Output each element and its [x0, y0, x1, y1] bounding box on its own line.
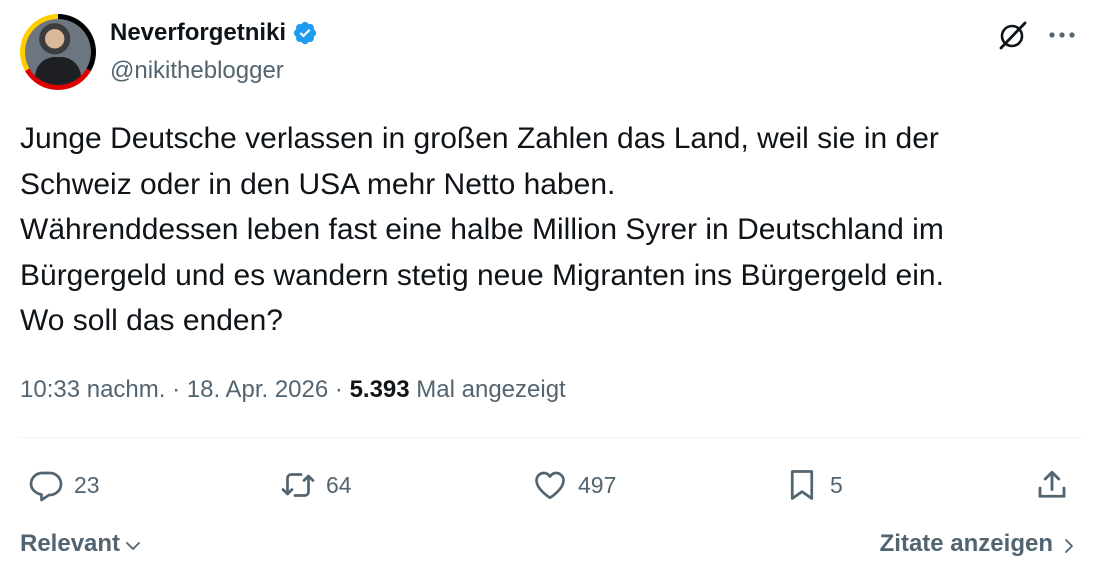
share-upload-icon: [1038, 470, 1066, 498]
avatar-figure: [35, 57, 81, 85]
avatar[interactable]: [20, 14, 96, 90]
share-button[interactable]: [1034, 462, 1080, 508]
chevron-right-icon: [1065, 539, 1073, 553]
divider: [20, 437, 1081, 438]
avatar-photo: [25, 19, 91, 85]
sort-label: Relevant: [20, 530, 121, 557]
chevron-down-icon: [126, 542, 140, 550]
author-display-name-row[interactable]: Neverforgetniki: [110, 18, 318, 48]
reply-button[interactable]: 23: [28, 462, 100, 508]
repost-arrows-icon: [281, 473, 315, 497]
heart-icon: [535, 471, 565, 500]
bookmark-count: 5: [830, 471, 843, 498]
quotes-label: Zitate anzeigen: [879, 530, 1053, 557]
author-display-name[interactable]: Neverforgetniki: [110, 18, 286, 48]
speech-bubble-icon: [29, 471, 63, 502]
tweet-time[interactable]: 10:33 nachm.: [20, 376, 165, 403]
bookmark-button[interactable]: 5: [784, 462, 843, 508]
like-button[interactable]: 497: [532, 462, 616, 508]
bookmark-icon: [790, 470, 814, 500]
verified-badge-icon: [293, 21, 317, 45]
view-quotes-link[interactable]: Zitate anzeigen: [880, 528, 1079, 560]
tweet-date[interactable]: 18. Apr. 2026: [187, 376, 328, 403]
view-count-label: Mal angezeigt: [416, 376, 566, 403]
like-count: 497: [578, 471, 617, 498]
reply-count: 23: [74, 471, 100, 498]
more-dots-icon[interactable]: [1044, 18, 1080, 52]
meta-separator-2: ·: [328, 376, 350, 403]
repost-count: 64: [326, 471, 352, 498]
author-handle[interactable]: @nikitheblogger: [110, 56, 284, 86]
tweet-text: Junge Deutsche verlassen in großen Zahle…: [20, 122, 944, 337]
view-count: 5.393: [349, 376, 410, 403]
tweet-meta: 10:33 nachm. · 18. Apr. 2026 · 5.393 Mal…: [20, 374, 566, 406]
grok-icon[interactable]: [996, 18, 1030, 52]
meta-separator: ·: [165, 376, 187, 403]
sort-replies-dropdown[interactable]: Relevant: [20, 528, 143, 560]
repost-button[interactable]: 64: [280, 462, 352, 508]
